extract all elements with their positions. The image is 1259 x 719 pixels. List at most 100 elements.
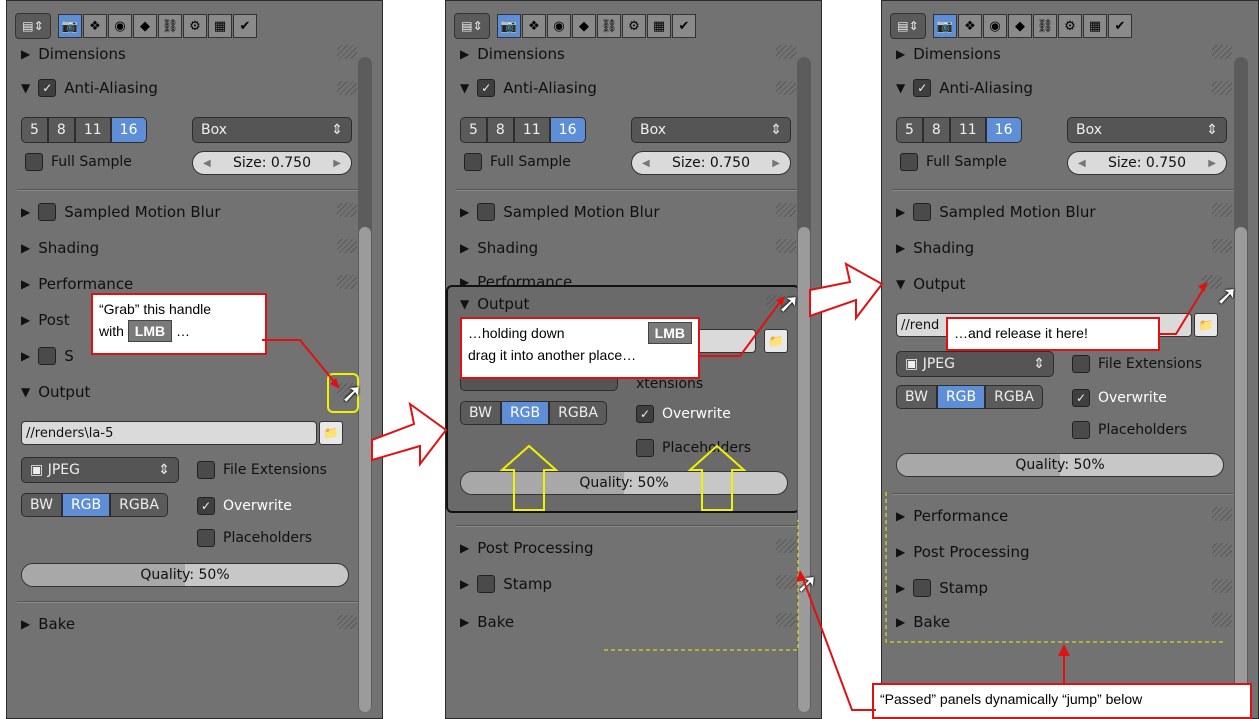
placeholders-option[interactable]: Placeholders [1072, 419, 1187, 441]
format-dropdown[interactable]: ▣ JPEG ⇕ [21, 457, 179, 483]
drag-handle[interactable] [776, 613, 796, 627]
aa-sample-16[interactable]: 16 [985, 117, 1022, 143]
drag-handle[interactable] [337, 275, 357, 289]
editor-type-menu[interactable]: ▤⇕ [15, 13, 51, 39]
folder-icon[interactable]: 📁 [1194, 313, 1218, 337]
full-sample-option[interactable]: Full Sample [464, 151, 571, 173]
panel-bake[interactable]: ▶ Bake [460, 607, 514, 637]
layers-icon[interactable]: ❖ [83, 14, 107, 38]
aa-samples-selector[interactable]: 5 8 11 16 [460, 117, 586, 143]
drag-handle[interactable] [337, 203, 357, 217]
aa-sample-8[interactable]: 8 [922, 117, 950, 143]
anti-aliasing-checkbox[interactable]: ✓ [38, 79, 57, 97]
panel-output[interactable]: ▼ Output [460, 289, 529, 319]
panel-bake[interactable]: ▶ Bake [21, 609, 75, 639]
overwrite-option[interactable]: ✓ Overwrite [197, 495, 292, 517]
decrement-arrow-icon[interactable]: ◀ [1078, 158, 1086, 169]
world-icon[interactable]: ◉ [547, 14, 571, 38]
anti-aliasing-checkbox[interactable]: ✓ [913, 79, 932, 97]
decrement-arrow-icon[interactable]: ◀ [203, 158, 211, 169]
editor-type-menu[interactable]: ▤⇕ [454, 13, 490, 39]
texture-icon[interactable]: ▦ [1083, 14, 1107, 38]
panel-sampled-motion-blur[interactable]: ▶ Sampled Motion Blur [21, 197, 221, 227]
color-mode-rgba[interactable]: RGBA [549, 401, 607, 425]
overwrite-checkbox[interactable]: ✓ [636, 405, 654, 423]
motion-blur-checkbox[interactable] [477, 203, 496, 221]
drag-handle[interactable] [776, 203, 796, 217]
render-icon[interactable]: 📷 [497, 14, 521, 38]
full-sample-option[interactable]: Full Sample [900, 151, 1007, 173]
constraint-icon[interactable]: ⛓ [597, 14, 621, 38]
stamp-checkbox[interactable] [913, 579, 932, 597]
drag-handle[interactable] [776, 239, 796, 253]
check-icon[interactable]: ✔ [672, 14, 696, 38]
panel-anti-aliasing[interactable]: ▼ ✓ Anti-Aliasing [21, 73, 158, 103]
color-mode-rgba[interactable]: RGBA [110, 493, 168, 517]
drag-handle[interactable] [776, 575, 796, 589]
quality-slider[interactable]: Quality: 50% [896, 453, 1224, 477]
size-field[interactable]: ◀ Size: 0.750 ▶ [631, 151, 791, 175]
stamp-checkbox[interactable] [38, 347, 57, 365]
panel-post-processing[interactable]: ▶ Post [21, 305, 70, 335]
filter-dropdown[interactable]: Box ⇕ [192, 117, 352, 143]
drag-handle[interactable] [1212, 239, 1232, 253]
folder-icon[interactable]: 📁 [764, 329, 788, 353]
motion-blur-checkbox[interactable] [38, 203, 57, 221]
aa-sample-16[interactable]: 16 [110, 117, 147, 143]
decrement-arrow-icon[interactable]: ◀ [642, 158, 650, 169]
scroll-thumb[interactable] [798, 227, 810, 712]
panel-stamp[interactable]: ▶ Stamp [896, 573, 988, 603]
anti-aliasing-checkbox[interactable]: ✓ [477, 79, 496, 97]
full-sample-checkbox[interactable] [464, 153, 482, 171]
editor-type-menu[interactable]: ▤⇕ [890, 13, 926, 39]
constraint-icon[interactable]: ⛓ [158, 14, 182, 38]
texture-icon[interactable]: ▦ [647, 14, 671, 38]
motion-blur-checkbox[interactable] [913, 203, 932, 221]
modifier-icon[interactable]: ⚙ [183, 14, 207, 38]
filter-dropdown[interactable]: Box ⇕ [631, 117, 791, 143]
drag-handle[interactable] [1212, 507, 1232, 521]
panel-bake[interactable]: ▶ Bake [896, 607, 950, 637]
placeholders-checkbox[interactable] [1072, 421, 1090, 439]
overwrite-option[interactable]: ✓ Overwrite [1072, 387, 1167, 409]
file-extensions-checkbox[interactable] [197, 461, 215, 479]
color-mode-bw[interactable]: BW [460, 401, 501, 425]
drag-handle[interactable] [1212, 543, 1232, 557]
placeholders-option[interactable]: Placeholders [636, 437, 751, 459]
layers-icon[interactable]: ❖ [958, 14, 982, 38]
folder-icon[interactable]: 📁 [319, 421, 343, 445]
aa-samples-selector[interactable]: 5 8 11 16 [896, 117, 1022, 143]
layers-icon[interactable]: ❖ [522, 14, 546, 38]
panel-output[interactable]: ▼ Output [21, 377, 90, 407]
full-sample-option[interactable]: Full Sample [25, 151, 132, 173]
drag-handle[interactable] [776, 45, 796, 59]
increment-arrow-icon[interactable]: ▶ [772, 158, 780, 169]
quality-slider[interactable]: Quality: 50% [21, 563, 349, 587]
overwrite-checkbox[interactable]: ✓ [1072, 389, 1090, 407]
panel-dimensions[interactable]: ▶ Dimensions [460, 39, 565, 69]
overwrite-checkbox[interactable]: ✓ [197, 497, 215, 515]
file-extensions-option[interactable]: File Extensions [197, 459, 327, 481]
texture-icon[interactable]: ▦ [208, 14, 232, 38]
drag-handle[interactable] [337, 615, 357, 629]
color-mode-selector[interactable]: BW RGB RGBA [460, 401, 607, 425]
object-icon[interactable]: ◆ [1008, 14, 1032, 38]
size-field[interactable]: ◀ Size: 0.750 ▶ [192, 151, 352, 175]
panel-stamp[interactable]: ▶ Stamp [460, 569, 552, 599]
panel-performance[interactable]: ▶ Performance [896, 501, 1008, 531]
render-icon[interactable]: 📷 [933, 14, 957, 38]
render-icon[interactable]: 📷 [58, 14, 82, 38]
panel-shading[interactable]: ▶ Shading [896, 233, 974, 263]
file-extensions-option[interactable]: File Extensions [1072, 353, 1202, 375]
aa-sample-8[interactable]: 8 [47, 117, 75, 143]
stamp-checkbox[interactable] [477, 575, 496, 593]
aa-sample-8[interactable]: 8 [486, 117, 514, 143]
panel-sampled-motion-blur[interactable]: ▶ Sampled Motion Blur [896, 197, 1096, 227]
panel-anti-aliasing[interactable]: ▼ ✓ Anti-Aliasing [896, 73, 1033, 103]
color-mode-rgb[interactable]: RGB [61, 493, 111, 517]
file-extensions-checkbox[interactable] [1072, 355, 1090, 373]
drag-handle[interactable] [1212, 81, 1232, 95]
placeholders-checkbox[interactable] [197, 529, 215, 547]
aa-sample-16[interactable]: 16 [549, 117, 586, 143]
panel-post-processing[interactable]: ▶ Post Processing [460, 533, 593, 563]
